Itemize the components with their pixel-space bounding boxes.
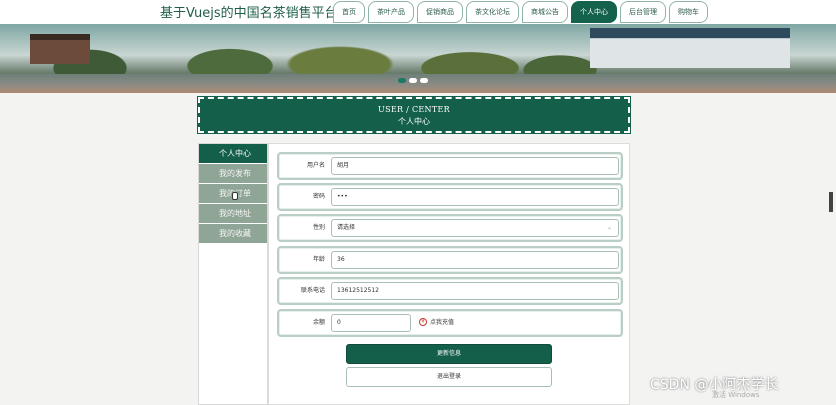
password-label: 密码: [312, 193, 325, 200]
balance-field[interactable]: 0: [331, 314, 411, 332]
password-field[interactable]: •••: [331, 188, 619, 206]
header-title-en: USER / CENTER: [378, 105, 450, 114]
carousel-dot-1[interactable]: [398, 78, 406, 83]
side-menu-my-address[interactable]: 我的地址: [199, 204, 267, 223]
phone-field[interactable]: 13612512512: [331, 282, 619, 300]
age-label: 年龄: [312, 256, 325, 263]
balance-row: 余额 0 ¥ 点我充值: [277, 309, 623, 337]
nav-promotions[interactable]: 促销商品: [417, 1, 463, 23]
side-menu-my-favorites[interactable]: 我的收藏: [199, 224, 267, 243]
header-title-zh: 个人中心: [398, 117, 430, 126]
username-label: 用户名: [306, 162, 325, 169]
update-info-button[interactable]: 更新信息: [346, 344, 552, 364]
activate-windows-watermark: 激活 Windows: [712, 391, 760, 399]
username-row: 用户名 胡月: [277, 152, 623, 180]
user-center-header: USER / CENTER 个人中心: [197, 96, 631, 134]
nav-announcements[interactable]: 商城公告: [522, 1, 568, 23]
phone-label: 联系电话: [300, 287, 325, 294]
gender-row: 性别 请选择 ⌄: [277, 214, 623, 242]
recharge-label: 点我充值: [430, 319, 455, 326]
phone-row: 联系电话 13612512512: [277, 277, 623, 305]
nav-personal-center[interactable]: 个人中心: [571, 1, 617, 23]
nav-home[interactable]: 首页: [333, 1, 365, 23]
carousel-dot-3[interactable]: [420, 78, 428, 83]
side-menu-my-posts[interactable]: 我的发布: [199, 164, 267, 183]
nav-tea-products[interactable]: 茶叶产品: [368, 1, 414, 23]
banner-lake: [0, 74, 836, 93]
nav-tea-forum[interactable]: 茶文化论坛: [466, 1, 519, 23]
gender-label: 性别: [312, 224, 325, 231]
top-navigation-bar: 基于Vuejs的中国名茶销售平台 首页 茶叶产品 促销商品 茶文化论坛 商城公告…: [0, 0, 836, 24]
scrollbar-thumb[interactable]: [829, 192, 833, 212]
site-title: 基于Vuejs的中国名茶销售平台: [160, 6, 338, 21]
recharge-link[interactable]: ¥ 点我充值: [419, 317, 454, 326]
recharge-icon: ¥: [419, 317, 427, 326]
carousel-dot-2[interactable]: [409, 78, 417, 83]
logout-button[interactable]: 退出登录: [346, 367, 552, 387]
nav-admin[interactable]: 后台管理: [620, 1, 666, 23]
nav-cart[interactable]: 购物车: [669, 1, 708, 23]
side-menu: 个人中心 我的发布 我的订单 我的地址 我的收藏: [198, 143, 268, 405]
gender-select[interactable]: 请选择 ⌄: [331, 219, 619, 237]
gender-select-value: 请选择: [337, 224, 356, 231]
password-row: 密码 •••: [277, 183, 623, 211]
username-field[interactable]: 胡月: [331, 157, 619, 175]
balance-label: 余额: [312, 319, 325, 326]
age-field[interactable]: 36: [331, 251, 619, 269]
chevron-down-icon: ⌄: [606, 224, 612, 231]
side-menu-head[interactable]: 个人中心: [199, 144, 267, 163]
age-row: 年龄 36: [277, 246, 623, 274]
banner-pavilion-right: [590, 28, 790, 68]
carousel-indicators: [398, 78, 428, 83]
main-nav: 首页 茶叶产品 促销商品 茶文化论坛 商城公告 个人中心 后台管理 购物车: [333, 0, 711, 24]
mouse-cursor-icon: [232, 192, 238, 200]
banner-pavilion-left: [30, 34, 90, 64]
profile-form: 用户名 胡月 密码 ••• 性别 请选择 ⌄ 年龄 36 联系电话 136125…: [268, 143, 630, 405]
